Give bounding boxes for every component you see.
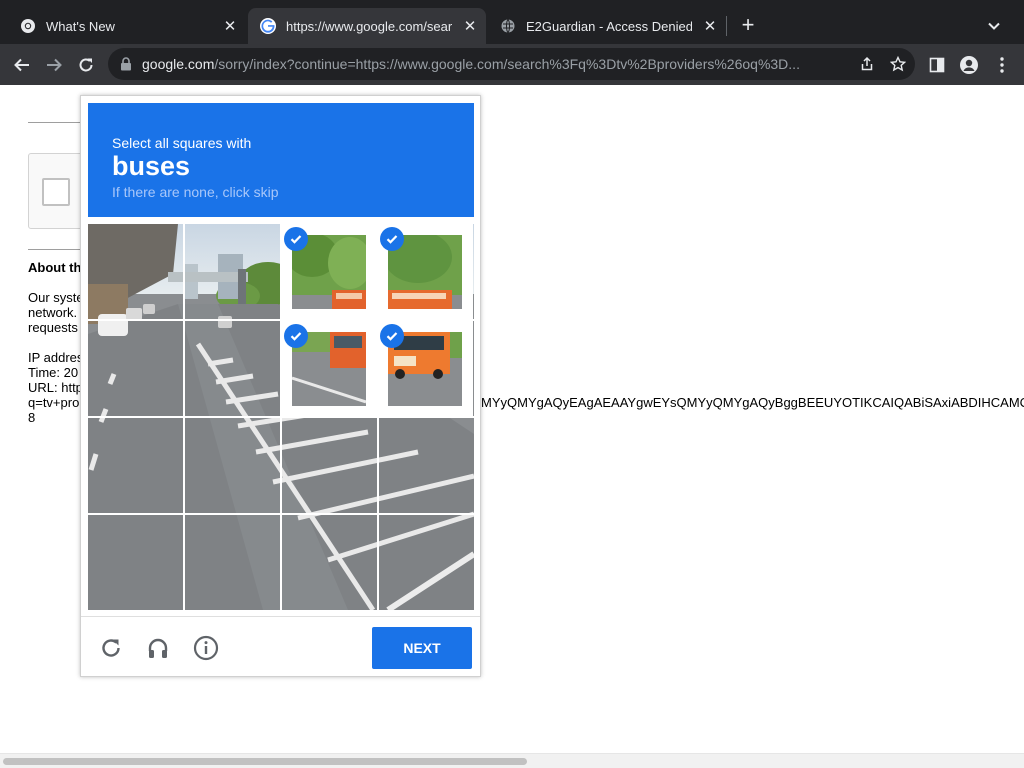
recaptcha-anchor <box>28 153 88 229</box>
captcha-tile[interactable] <box>379 418 474 514</box>
captcha-tile[interactable] <box>185 321 281 417</box>
body-line: requests <box>28 320 78 335</box>
challenge-footer: NEXT <box>81 616 480 677</box>
url-path: /sorry/index?continue=https://www.google… <box>214 56 800 72</box>
captcha-tile-selected[interactable] <box>377 321 473 417</box>
close-tab-icon[interactable]: ✕ <box>220 16 240 36</box>
close-tab-icon[interactable]: ✕ <box>460 16 480 36</box>
next-button[interactable]: NEXT <box>372 627 472 669</box>
target-object-text: buses <box>112 151 191 181</box>
horizontal-scrollbar[interactable] <box>0 753 1024 768</box>
captcha-tile[interactable] <box>88 418 184 514</box>
captcha-tile[interactable] <box>88 515 184 610</box>
image-tile-grid <box>88 224 474 610</box>
captcha-tile[interactable] <box>379 515 474 610</box>
audio-headphones-icon[interactable] <box>145 635 171 661</box>
selected-checkmark-icon <box>380 324 404 348</box>
url-text[interactable]: google.com/sorry/index?continue=https://… <box>142 56 852 72</box>
google-icon <box>260 18 276 34</box>
info-icon[interactable] <box>193 635 219 661</box>
tab-e2guardian[interactable]: E2Guardian - Access Denied ✕ <box>488 8 726 44</box>
bookmark-star-icon[interactable] <box>889 55 907 73</box>
url-last-line: 8 <box>28 410 36 425</box>
browser-toolbar: google.com/sorry/index?continue=https://… <box>0 44 1024 85</box>
chrome-icon <box>20 18 36 34</box>
share-icon[interactable] <box>858 55 876 73</box>
reload-icon[interactable] <box>73 52 99 78</box>
captcha-tile[interactable] <box>185 418 281 514</box>
side-panel-icon[interactable] <box>925 53 949 77</box>
about-heading: About th <box>28 260 82 275</box>
tab-title: E2Guardian - Access Denied <box>526 18 692 34</box>
url-continued: q=tv+pro <box>28 395 80 410</box>
selected-checkmark-icon <box>380 227 404 251</box>
lock-icon[interactable] <box>120 57 132 71</box>
tab-separator <box>726 16 727 36</box>
tab-google-search[interactable]: https://www.google.com/sear ✕ <box>248 8 486 44</box>
kebab-menu-icon[interactable] <box>990 53 1014 77</box>
captcha-tile-selected[interactable] <box>377 224 473 320</box>
instruction-text: Select all squares with <box>112 135 252 151</box>
tab-title: https://www.google.com/sear <box>286 18 452 34</box>
ip-address-label: IP addres <box>28 350 84 365</box>
captcha-tile[interactable] <box>88 224 184 320</box>
selected-checkmark-icon <box>284 324 308 348</box>
globe-icon <box>500 18 516 34</box>
selected-checkmark-icon <box>284 227 308 251</box>
divider <box>28 249 88 250</box>
forward-arrow-icon[interactable] <box>41 52 67 78</box>
body-line: network. <box>28 305 78 320</box>
new-tab-button[interactable]: + <box>736 14 760 38</box>
captcha-tile[interactable] <box>282 418 378 514</box>
close-tab-icon[interactable]: ✕ <box>700 16 720 36</box>
captcha-tile[interactable] <box>88 321 184 417</box>
captcha-tile[interactable] <box>185 224 281 320</box>
body-line: Our syste <box>28 290 84 305</box>
scrollbar-thumb[interactable] <box>3 758 527 765</box>
tab-strip: What's New ✕ https://www.google.com/sear… <box>0 0 1024 44</box>
recaptcha-challenge-popup: Select all squares with buses If there a… <box>80 95 481 677</box>
tab-title: What's New <box>46 18 115 34</box>
divider <box>28 122 88 123</box>
captcha-tile[interactable] <box>282 515 378 610</box>
hint-text: If there are none, click skip <box>112 184 279 200</box>
reload-icon[interactable] <box>98 635 124 661</box>
im-not-a-robot-checkbox[interactable] <box>42 178 70 206</box>
url-tail: MYyQMYgAQyEAgAEAAYgwEYsQMYyQMYgAQyBggBEE… <box>481 395 1024 410</box>
captcha-tile[interactable] <box>185 515 281 610</box>
url-label: URL: http <box>28 380 83 395</box>
time-label: Time: 20 <box>28 365 79 380</box>
back-arrow-icon[interactable] <box>9 52 35 78</box>
captcha-tile-selected[interactable] <box>281 321 377 417</box>
url-host: google.com <box>142 56 215 72</box>
address-bar[interactable]: google.com/sorry/index?continue=https://… <box>108 48 915 80</box>
challenge-header: Select all squares with buses If there a… <box>88 103 474 217</box>
tab-whats-new[interactable]: What's New ✕ <box>8 8 246 44</box>
profile-avatar-icon[interactable] <box>957 53 981 77</box>
captcha-tile-selected[interactable] <box>281 224 377 320</box>
tab-search-chevron-icon[interactable] <box>982 14 1006 38</box>
